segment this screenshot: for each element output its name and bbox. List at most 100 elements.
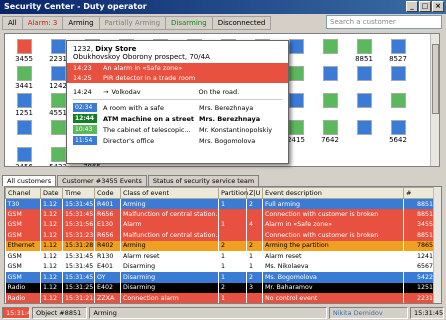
tab-1[interactable]: Customer #3455 Events bbox=[57, 175, 147, 186]
table-cell: Disarming bbox=[120, 261, 219, 272]
table-cell: ZZXA bbox=[94, 293, 121, 303]
object-tile[interactable] bbox=[315, 39, 345, 55]
zone-time: 11:54 bbox=[73, 136, 97, 145]
object-tile[interactable] bbox=[383, 93, 413, 109]
table-cell: GSM bbox=[5, 230, 41, 241]
table-row[interactable]: GSM 1.12 15:31:45 R130 Alarm reset 1 1 Alarm re… bbox=[5, 251, 436, 262]
column-header[interactable]: Time bbox=[62, 187, 95, 199]
table-scrollbar[interactable] bbox=[433, 187, 441, 303]
table-row[interactable]: GSM 1.12 15:31:23 R656 Malfunction of centra… bbox=[5, 230, 436, 241]
grid-scrollbar[interactable] bbox=[430, 34, 439, 166]
column-header[interactable]: Chanel bbox=[5, 187, 41, 199]
table-row[interactable]: Ethernet 1.12 15:31:28 R402 Arming 2 2 Arming t… bbox=[5, 240, 436, 251]
object-number: 8851 bbox=[355, 55, 373, 63]
object-status-square bbox=[50, 39, 66, 54]
object-tile[interactable] bbox=[349, 93, 379, 109]
table-cell: 1.12 bbox=[40, 261, 63, 272]
table-cell: GSM bbox=[5, 261, 41, 272]
object-status-square bbox=[16, 147, 32, 162]
column-header[interactable]: Class of event bbox=[120, 187, 219, 199]
object-tile[interactable]: 3456 bbox=[9, 147, 39, 166]
table-cell: 1.12 bbox=[40, 219, 63, 230]
table-cell: 2 bbox=[246, 240, 263, 251]
table-row[interactable]: Radio 1.12 15:31:21 ZZXA Connection alarm 1 No… bbox=[5, 293, 436, 303]
table-row[interactable]: Radio 1.12 15:31:25 E402 Disarming 2 3 Mr. Baha… bbox=[5, 282, 436, 293]
object-tile[interactable] bbox=[9, 120, 39, 136]
table-cell: E401 bbox=[94, 261, 121, 272]
table-cell: 1.12 bbox=[40, 240, 63, 251]
column-header[interactable]: Z|U bbox=[246, 187, 263, 199]
object-tile[interactable]: 7642 bbox=[315, 120, 345, 144]
table-cell: R656 bbox=[94, 209, 121, 220]
object-status-square bbox=[322, 66, 338, 81]
alarm-text: An alarm in «Safe zone» bbox=[103, 64, 183, 72]
object-tile[interactable]: 5642 bbox=[383, 120, 413, 144]
object-tile[interactable] bbox=[349, 120, 379, 136]
table-row[interactable]: GSM 1.12 15:31:45 R656 Malfunction of centra… bbox=[5, 209, 436, 220]
table-row[interactable]: GSM 1.12 15:31:56 E130 Alarm 1 4 Alarm in «Safe… bbox=[5, 219, 436, 230]
object-tile[interactable]: 3455 bbox=[9, 39, 39, 63]
column-header[interactable]: Date bbox=[40, 187, 63, 199]
maximize-button[interactable]: □ bbox=[419, 1, 431, 12]
tab-0[interactable]: All customers bbox=[2, 175, 57, 186]
close-button[interactable]: × bbox=[432, 1, 444, 12]
table-cell: 15:31:45 bbox=[62, 251, 95, 262]
object-status-square bbox=[356, 66, 372, 81]
zone-time: 02:34 bbox=[73, 103, 97, 112]
minimize-button[interactable]: _ bbox=[406, 1, 418, 12]
table-cell: 1.12 bbox=[40, 251, 63, 262]
status-time: 15:31:45 bbox=[2, 307, 35, 319]
tab-2[interactable]: Status of security service team bbox=[147, 175, 260, 186]
object-tile[interactable] bbox=[315, 93, 345, 109]
object-tile[interactable] bbox=[349, 66, 379, 82]
object-tile[interactable]: 3441 bbox=[9, 66, 39, 90]
object-tile[interactable] bbox=[383, 66, 413, 82]
filter-tab[interactable]: All bbox=[2, 15, 23, 30]
dispatch-team: Volkodav bbox=[111, 87, 141, 96]
table-row[interactable]: GSM 1.12 15:31:45 E401 Disarming 1 1 Ms. Nikola… bbox=[5, 261, 436, 272]
alarm-row[interactable]: 14:23 An alarm in «Safe zone» bbox=[67, 63, 288, 73]
table-cell: 1251 bbox=[403, 282, 436, 293]
table-cell: 15:31:21 bbox=[62, 293, 95, 303]
table-cell: T30 bbox=[5, 198, 41, 209]
popup-zones: 02:34 A room with a safe Mrs. Berezhnaya 12… bbox=[67, 102, 288, 146]
zone-row[interactable]: 12:44 ATM machine on a street Mrs. Berezhn… bbox=[67, 113, 288, 124]
status-operator[interactable]: Nikita Demidov bbox=[328, 307, 408, 319]
table-cell: 1.12 bbox=[40, 282, 63, 293]
filter-tab[interactable]: Partially Arming bbox=[99, 15, 167, 30]
alarm-row[interactable]: 14:25 PIR detector in a trade room bbox=[67, 73, 288, 83]
zone-owner: Mrs. Berezhnaya bbox=[199, 103, 254, 112]
zone-desc: Director's office bbox=[103, 136, 155, 145]
column-header[interactable]: Event description bbox=[262, 187, 404, 199]
table-cell: 1241 bbox=[403, 251, 436, 262]
search-input[interactable]: Search a customer bbox=[326, 15, 442, 29]
table-cell: 6567 bbox=[403, 261, 436, 272]
column-header[interactable]: Partition bbox=[218, 187, 248, 199]
table-cell: 8851 bbox=[403, 230, 436, 241]
zone-row[interactable]: 02:34 A room with a safe Mrs. Berezhnaya bbox=[67, 102, 288, 113]
object-status-square bbox=[50, 120, 66, 135]
scroll-thumb[interactable] bbox=[432, 44, 439, 114]
table-cell: 2 bbox=[218, 282, 247, 293]
filter-tab[interactable]: Disarming bbox=[166, 15, 213, 30]
table-row[interactable]: T30 1.12 15:31:45 R401 Arming 1 2 Full arming 88… bbox=[5, 198, 436, 209]
object-status-square bbox=[322, 120, 338, 135]
filter-tab[interactable]: Arming bbox=[63, 15, 100, 30]
object-tile[interactable]: 8527 bbox=[383, 39, 413, 63]
filter-tab[interactable]: Alarm: 3 bbox=[22, 15, 64, 30]
table-row[interactable]: GSM 1.12 15:31:45 OY Disarming 1 2 Ms. Bogomolo… bbox=[5, 272, 436, 283]
column-header[interactable]: # bbox=[403, 187, 436, 199]
object-status-square bbox=[288, 66, 304, 81]
window-titlebar: Security Center - Duty operator _ □ × bbox=[0, 0, 446, 14]
filter-tab[interactable]: Disconnected bbox=[212, 15, 272, 30]
object-status-square bbox=[50, 147, 66, 162]
zone-row[interactable]: 11:54 Director's office Mrs. Bogomolova bbox=[67, 135, 288, 146]
object-tile[interactable]: 1251 bbox=[9, 93, 39, 117]
table-cell: Mr. Baharamov bbox=[262, 282, 404, 293]
column-header[interactable]: Code bbox=[94, 187, 121, 199]
zone-row[interactable]: 10:43 The cabinet of telescopic... Mr. Kon… bbox=[67, 124, 288, 135]
table-cell: Disarming bbox=[120, 272, 219, 283]
table-cell: Arming the partition bbox=[262, 240, 404, 251]
object-tile[interactable]: 8851 bbox=[349, 39, 379, 63]
object-tile[interactable] bbox=[315, 66, 345, 82]
